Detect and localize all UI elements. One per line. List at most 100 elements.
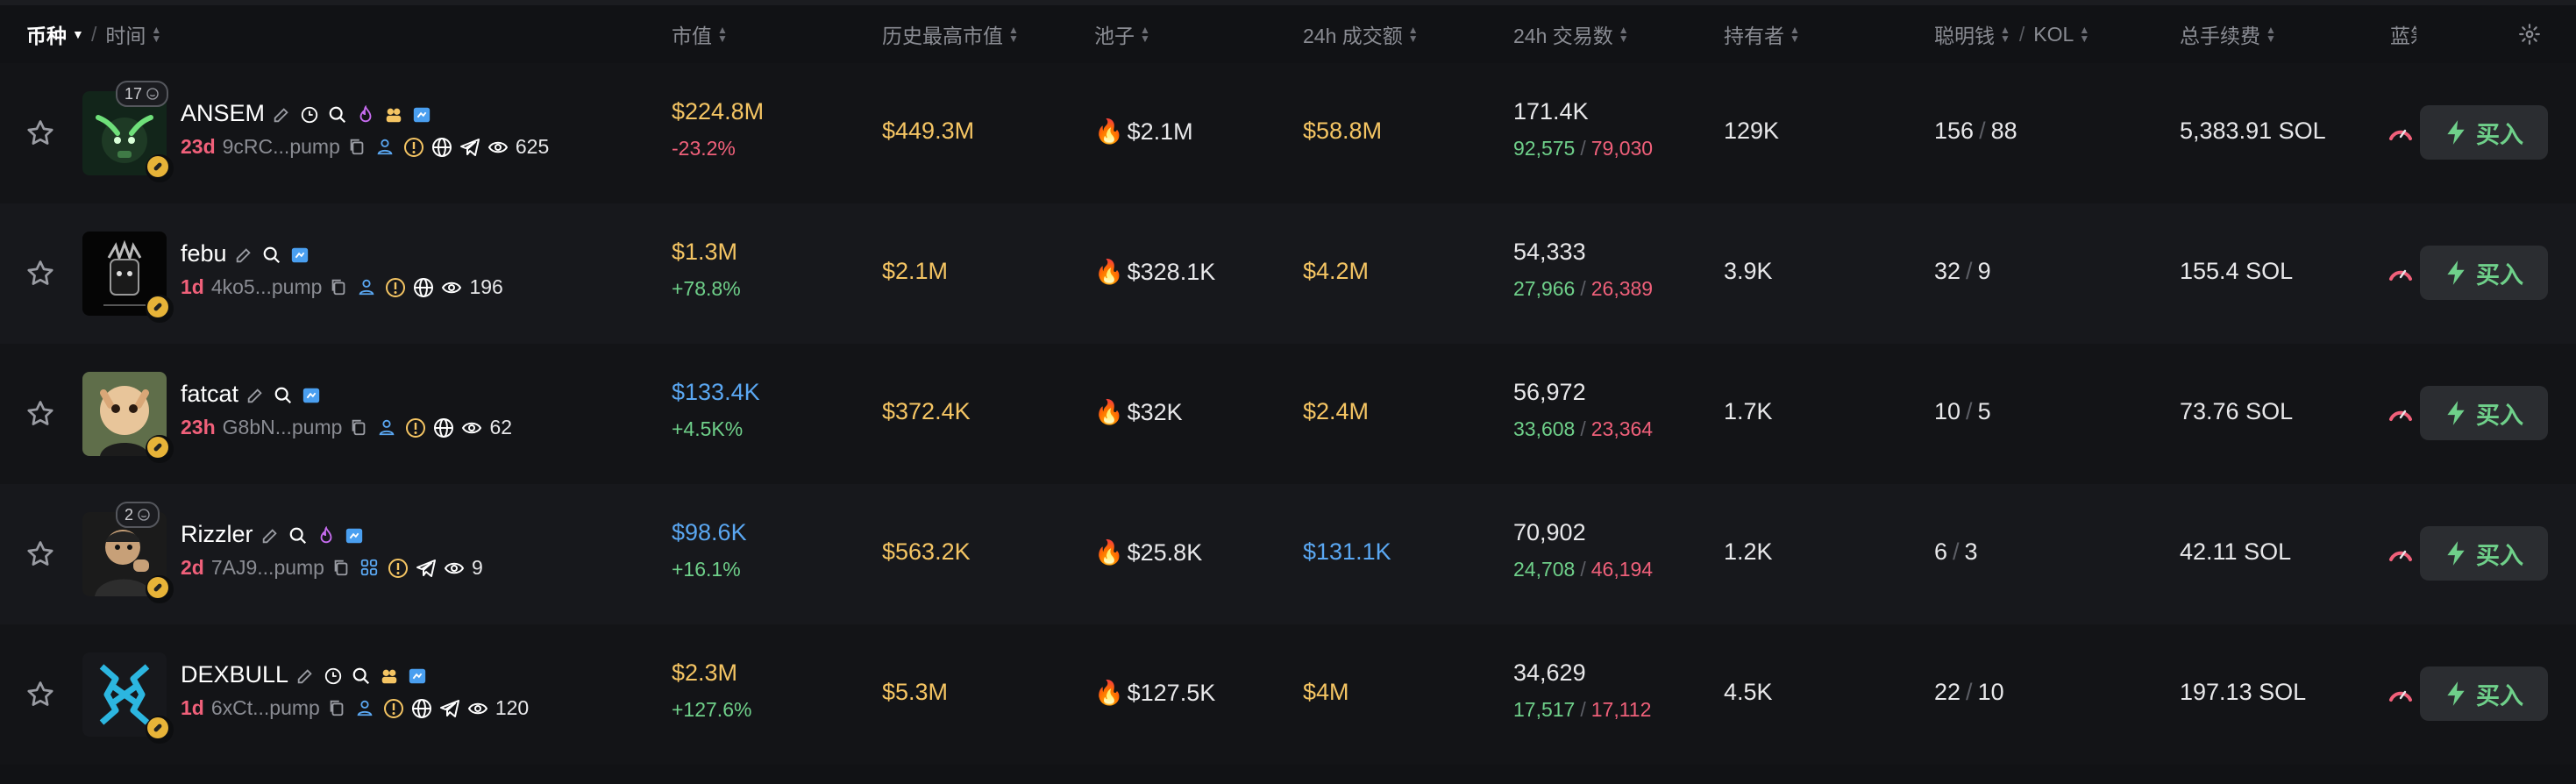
- copy-icon[interactable]: [349, 417, 370, 438]
- pool-value: $32K: [1127, 398, 1183, 425]
- separator: /: [1979, 118, 1986, 144]
- user-icon[interactable]: [355, 698, 376, 719]
- header-pool[interactable]: 池子 ▲ ▼: [1094, 5, 1150, 63]
- search-icon[interactable]: [328, 103, 349, 125]
- fire-icon[interactable]: [356, 103, 377, 125]
- star-icon[interactable]: [25, 538, 56, 570]
- globe-icon[interactable]: [411, 698, 432, 719]
- verified-icon[interactable]: [412, 103, 433, 125]
- verified-icon[interactable]: [302, 384, 323, 405]
- header-market-cap[interactable]: 市值 ▲ ▼: [672, 5, 728, 63]
- telegram-icon[interactable]: [439, 698, 460, 719]
- header-separator: /: [2018, 22, 2025, 46]
- copy-icon[interactable]: [329, 277, 350, 298]
- buy-button[interactable]: 买入: [2420, 105, 2548, 160]
- header-holders[interactable]: 持有者 ▲ ▼: [1724, 5, 1800, 63]
- settings-button[interactable]: [2518, 5, 2541, 63]
- token-address[interactable]: 9cRC...pump: [223, 135, 340, 159]
- header-fees[interactable]: 总手续费 ▲ ▼: [2180, 5, 2276, 63]
- clock-icon[interactable]: [300, 103, 321, 125]
- token-name[interactable]: DEXBULL: [181, 661, 288, 688]
- volume-value: $2.4M: [1303, 398, 1370, 424]
- search-icon[interactable]: [288, 524, 310, 545]
- warning-icon[interactable]: [385, 277, 406, 298]
- users-icon[interactable]: [384, 103, 405, 125]
- users-icon[interactable]: [380, 665, 401, 686]
- verified-icon[interactable]: [345, 524, 366, 545]
- header-ath[interactable]: 历史最高市值 ▲ ▼: [882, 5, 1019, 63]
- warning-icon[interactable]: [403, 137, 424, 158]
- fire-icon: 🔥: [1094, 399, 1124, 425]
- header-volume[interactable]: 24h 成交额 ▲ ▼: [1303, 5, 1419, 63]
- search-icon[interactable]: [352, 665, 373, 686]
- user-icon[interactable]: [377, 417, 398, 438]
- edit-icon[interactable]: [234, 244, 255, 265]
- token-address[interactable]: 6xCt...pump: [211, 696, 320, 720]
- search-icon[interactable]: [274, 384, 295, 405]
- market-cap-change: -23.2%: [672, 137, 736, 160]
- token-name-line: fatcat: [181, 381, 323, 408]
- copy-icon[interactable]: [347, 137, 368, 158]
- market-cap-value: $224.8M: [672, 98, 765, 125]
- globe-icon[interactable]: [433, 417, 454, 438]
- table-row[interactable]: DEXBULL 1d 6xCt...pump 120 $2.3M +127.6%…: [0, 624, 2576, 765]
- buy-button[interactable]: 买入: [2420, 386, 2548, 440]
- edit-icon[interactable]: [260, 524, 281, 545]
- star-icon[interactable]: [25, 398, 56, 430]
- token-name[interactable]: Rizzler: [181, 521, 253, 548]
- verified-icon[interactable]: [290, 244, 311, 265]
- telegram-icon[interactable]: [459, 137, 480, 158]
- user-icon[interactable]: [375, 137, 396, 158]
- table-row[interactable]: fatcat 23h G8bN...pump 62 $133.4K +4.5K%…: [0, 344, 2576, 484]
- star-icon[interactable]: [25, 679, 56, 710]
- token-address[interactable]: 4ko5...pump: [211, 275, 323, 299]
- fire-icon[interactable]: [317, 524, 338, 545]
- header-smart-money[interactable]: 聪明钱 ▲ ▼ / KOL ▲ ▼: [1934, 5, 2089, 63]
- warning-icon[interactable]: [383, 698, 404, 719]
- market-cap-value: $98.6K: [672, 519, 747, 545]
- table-row[interactable]: 17 ANSEM 23d 9cRC...pump 625 $224.8M -23…: [0, 63, 2576, 203]
- warning-icon[interactable]: [405, 417, 426, 438]
- fire-icon: 🔥: [1094, 539, 1124, 566]
- token-name[interactable]: febu: [181, 240, 227, 267]
- header-bluechip[interactable]: 蓝筹: [2390, 5, 2416, 63]
- table-row[interactable]: febu 1d 4ko5...pump 196 $1.3M +78.8% $2.…: [0, 203, 2576, 344]
- sort-icon: ▲ ▼: [1618, 24, 1629, 45]
- search-icon[interactable]: [262, 244, 283, 265]
- verified-icon[interactable]: [408, 665, 429, 686]
- header-coin-sort[interactable]: 币种 ▼: [26, 5, 84, 63]
- token-address[interactable]: 7AJ9...pump: [211, 556, 324, 580]
- token-name[interactable]: ANSEM: [181, 100, 265, 127]
- globe-icon[interactable]: [431, 137, 452, 158]
- holders-value: 129K: [1724, 118, 1780, 144]
- buy-label: 买入: [2476, 682, 2523, 709]
- grid-icon[interactable]: [359, 558, 381, 579]
- globe-icon[interactable]: [413, 277, 434, 298]
- view-count: 62: [489, 416, 513, 438]
- txns-breakdown: 92,575/79,030: [1513, 137, 1653, 160]
- buy-button[interactable]: 买入: [2420, 666, 2548, 721]
- buy-button[interactable]: 买入: [2420, 246, 2548, 300]
- edit-icon[interactable]: [246, 384, 267, 405]
- header-txns[interactable]: 24h 交易数 ▲ ▼: [1513, 5, 1629, 63]
- total-fees: 42.11 SOL: [2180, 538, 2292, 565]
- token-address[interactable]: G8bN...pump: [223, 416, 343, 439]
- smile-icon: [146, 88, 159, 100]
- copy-icon[interactable]: [331, 558, 352, 579]
- edit-icon[interactable]: [295, 665, 317, 686]
- lightning-icon: [2447, 260, 2465, 285]
- pill-icon: [153, 303, 162, 311]
- user-icon[interactable]: [357, 277, 378, 298]
- telegram-icon[interactable]: [416, 558, 437, 579]
- buy-button[interactable]: 买入: [2420, 526, 2548, 581]
- star-icon[interactable]: [25, 258, 56, 289]
- edit-icon[interactable]: [272, 103, 293, 125]
- copy-icon[interactable]: [327, 698, 348, 719]
- table-row[interactable]: 2 Rizzler 2d 7AJ9...pump 9 $98.6K +16.1%…: [0, 484, 2576, 624]
- warning-icon[interactable]: [388, 558, 409, 579]
- header-time-sort[interactable]: / 时间 ▲ ▼: [82, 5, 161, 63]
- clock-icon[interactable]: [324, 665, 345, 686]
- token-name[interactable]: fatcat: [181, 381, 238, 408]
- star-icon[interactable]: [25, 118, 56, 149]
- market-cap-change: +16.1%: [672, 558, 741, 581]
